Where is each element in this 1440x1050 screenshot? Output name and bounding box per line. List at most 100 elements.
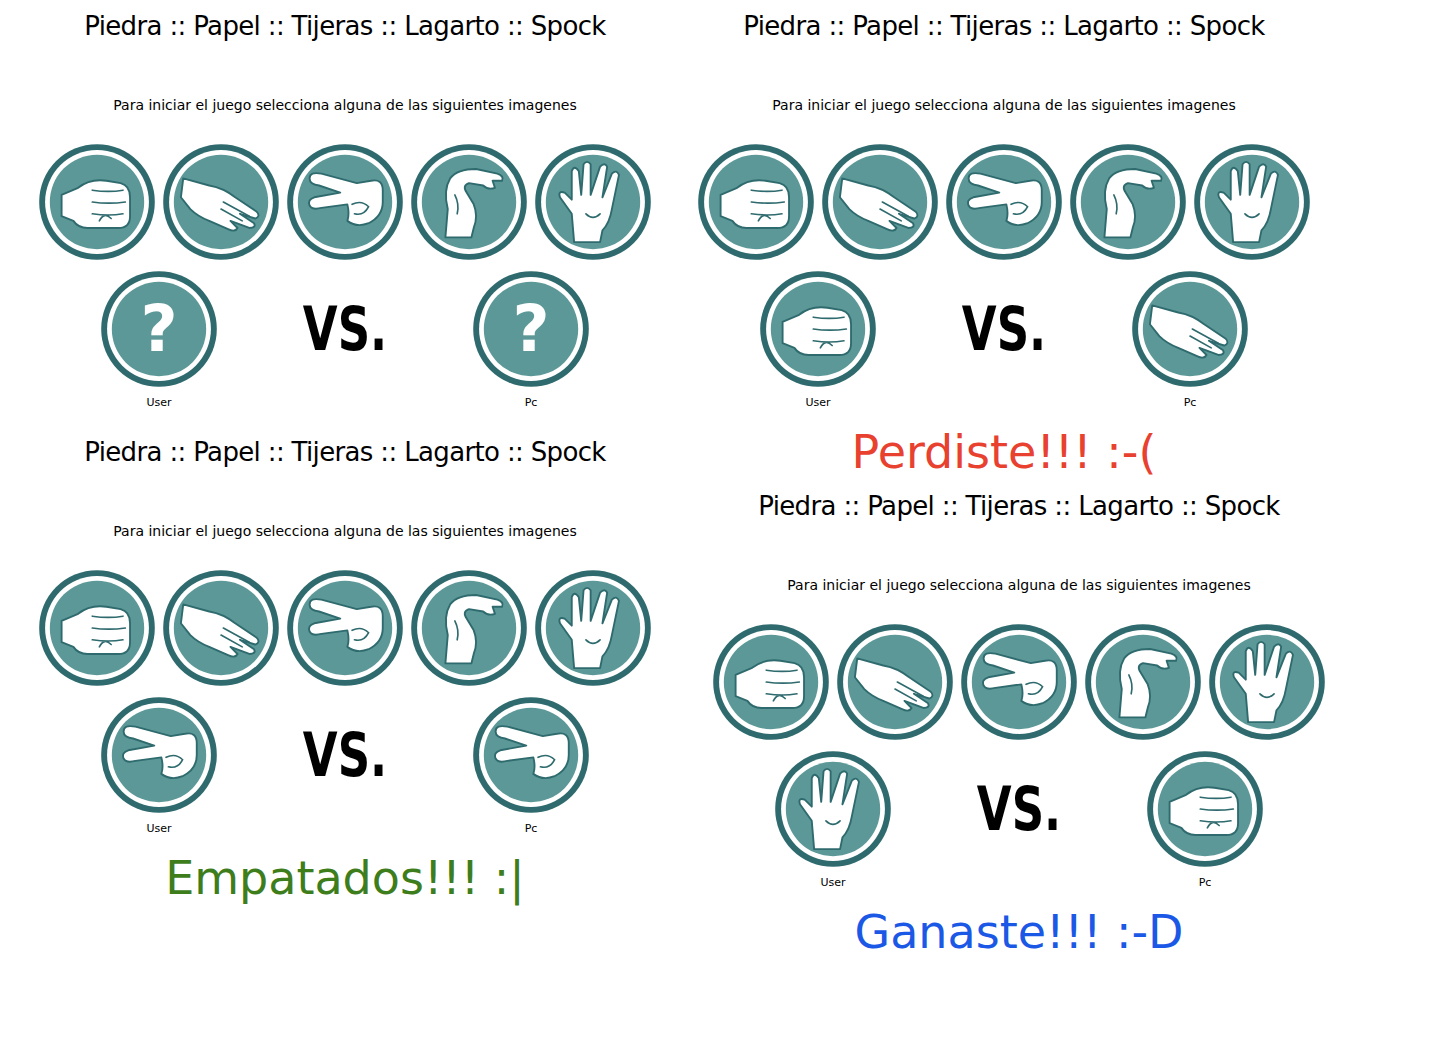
option-button[interactable] bbox=[162, 569, 280, 687]
lagarto-icon bbox=[410, 143, 528, 261]
instruction-text: Para iniciar el juego selecciona alguna … bbox=[38, 95, 652, 115]
tijeras-icon bbox=[286, 569, 404, 687]
piedra-icon bbox=[38, 143, 156, 261]
papel-icon bbox=[1131, 270, 1249, 388]
pc-choice: Pc bbox=[1146, 750, 1264, 890]
option-button[interactable] bbox=[286, 569, 404, 687]
papel-icon bbox=[162, 569, 280, 687]
option-button[interactable] bbox=[38, 569, 156, 687]
option-button[interactable] bbox=[712, 623, 830, 741]
piedra-icon bbox=[38, 569, 156, 687]
piedra-icon bbox=[712, 623, 830, 741]
game-title: Piedra :: Papel :: Tijeras :: Lagarto ::… bbox=[712, 490, 1326, 522]
pc-choice: ? Pc bbox=[472, 270, 590, 410]
option-button[interactable] bbox=[960, 623, 1078, 741]
user-label: User bbox=[146, 396, 171, 410]
lagarto-icon bbox=[1069, 143, 1187, 261]
result-text: Perdiste!!! :-( bbox=[697, 424, 1311, 480]
pc-label: Pc bbox=[525, 396, 538, 410]
option-button[interactable] bbox=[1084, 623, 1202, 741]
vs-text: VS. bbox=[250, 696, 441, 814]
option-button[interactable] bbox=[1193, 143, 1311, 261]
option-button[interactable] bbox=[38, 143, 156, 261]
game-title: Piedra :: Papel :: Tijeras :: Lagarto ::… bbox=[697, 10, 1311, 42]
versus-row: User VS. Pc bbox=[712, 750, 1326, 890]
option-button[interactable] bbox=[945, 143, 1063, 261]
user-icon-box bbox=[774, 750, 892, 868]
vs-text: VS. bbox=[924, 750, 1115, 868]
options-row bbox=[712, 623, 1326, 741]
spock-icon bbox=[774, 750, 892, 868]
options-row bbox=[38, 143, 652, 261]
lagarto-icon bbox=[410, 569, 528, 687]
papel-icon bbox=[821, 143, 939, 261]
pc-choice: Pc bbox=[472, 696, 590, 836]
pc-label: Pc bbox=[1184, 396, 1197, 410]
left-column: Piedra :: Papel :: Tijeras :: Lagarto ::… bbox=[38, 0, 652, 906]
option-button[interactable] bbox=[410, 569, 528, 687]
tijeras-icon bbox=[100, 696, 218, 814]
game-title: Piedra :: Papel :: Tijeras :: Lagarto ::… bbox=[38, 10, 652, 42]
user-icon-box bbox=[100, 696, 218, 814]
user-choice: User bbox=[774, 750, 892, 890]
right-column: Piedra :: Papel :: Tijeras :: Lagarto ::… bbox=[697, 0, 1326, 960]
pc-label: Pc bbox=[525, 822, 538, 836]
instruction-text: Para iniciar el juego selecciona alguna … bbox=[38, 521, 652, 541]
game-panel: Piedra :: Papel :: Tijeras :: Lagarto ::… bbox=[697, 0, 1311, 480]
versus-row: ? User VS.? Pc bbox=[38, 270, 652, 410]
result-text: Empatados!!! :| bbox=[38, 850, 652, 906]
option-button[interactable] bbox=[821, 143, 939, 261]
option-button[interactable] bbox=[534, 569, 652, 687]
spock-icon bbox=[1208, 623, 1326, 741]
vs-text: VS. bbox=[909, 270, 1100, 388]
game-panel: Piedra :: Papel :: Tijeras :: Lagarto ::… bbox=[38, 0, 652, 410]
option-button[interactable] bbox=[697, 143, 815, 261]
option-button[interactable] bbox=[1208, 623, 1326, 741]
user-icon-box bbox=[759, 270, 877, 388]
vs-text: VS. bbox=[250, 270, 441, 388]
piedra-icon bbox=[1146, 750, 1264, 868]
lagarto-icon bbox=[1084, 623, 1202, 741]
instruction-text: Para iniciar el juego selecciona alguna … bbox=[697, 95, 1311, 115]
piedra-icon bbox=[759, 270, 877, 388]
user-choice: User bbox=[100, 696, 218, 836]
user-icon-box: ? bbox=[100, 270, 218, 388]
option-button[interactable] bbox=[286, 143, 404, 261]
instruction-text: Para iniciar el juego selecciona alguna … bbox=[712, 575, 1326, 595]
pc-icon-box bbox=[1146, 750, 1264, 868]
tijeras-icon bbox=[286, 143, 404, 261]
game-panel: Piedra :: Papel :: Tijeras :: Lagarto ::… bbox=[712, 480, 1326, 960]
user-choice: ? User bbox=[100, 270, 218, 410]
options-row bbox=[697, 143, 1311, 261]
spock-icon bbox=[534, 569, 652, 687]
pc-icon-box bbox=[472, 696, 590, 814]
option-button[interactable] bbox=[410, 143, 528, 261]
options-row bbox=[38, 569, 652, 687]
tijeras-icon bbox=[960, 623, 1078, 741]
option-button[interactable] bbox=[836, 623, 954, 741]
tijeras-icon bbox=[945, 143, 1063, 261]
pc-label: Pc bbox=[1199, 876, 1212, 890]
pc-icon-box: ? bbox=[472, 270, 590, 388]
spock-icon bbox=[534, 143, 652, 261]
versus-row: User VS. Pc bbox=[38, 696, 652, 836]
result-text: Ganaste!!! :-D bbox=[712, 904, 1326, 960]
spock-icon bbox=[1193, 143, 1311, 261]
question-mark: ? bbox=[100, 270, 218, 388]
question-mark: ? bbox=[472, 270, 590, 388]
user-label: User bbox=[820, 876, 845, 890]
user-choice: User bbox=[759, 270, 877, 410]
pc-icon-box bbox=[1131, 270, 1249, 388]
game-panel: Piedra :: Papel :: Tijeras :: Lagarto ::… bbox=[38, 426, 652, 906]
papel-icon bbox=[836, 623, 954, 741]
game-title: Piedra :: Papel :: Tijeras :: Lagarto ::… bbox=[38, 436, 652, 468]
user-label: User bbox=[146, 822, 171, 836]
tijeras-icon bbox=[472, 696, 590, 814]
user-label: User bbox=[805, 396, 830, 410]
papel-icon bbox=[162, 143, 280, 261]
piedra-icon bbox=[697, 143, 815, 261]
versus-row: User VS. Pc bbox=[697, 270, 1311, 410]
option-button[interactable] bbox=[1069, 143, 1187, 261]
option-button[interactable] bbox=[162, 143, 280, 261]
option-button[interactable] bbox=[534, 143, 652, 261]
